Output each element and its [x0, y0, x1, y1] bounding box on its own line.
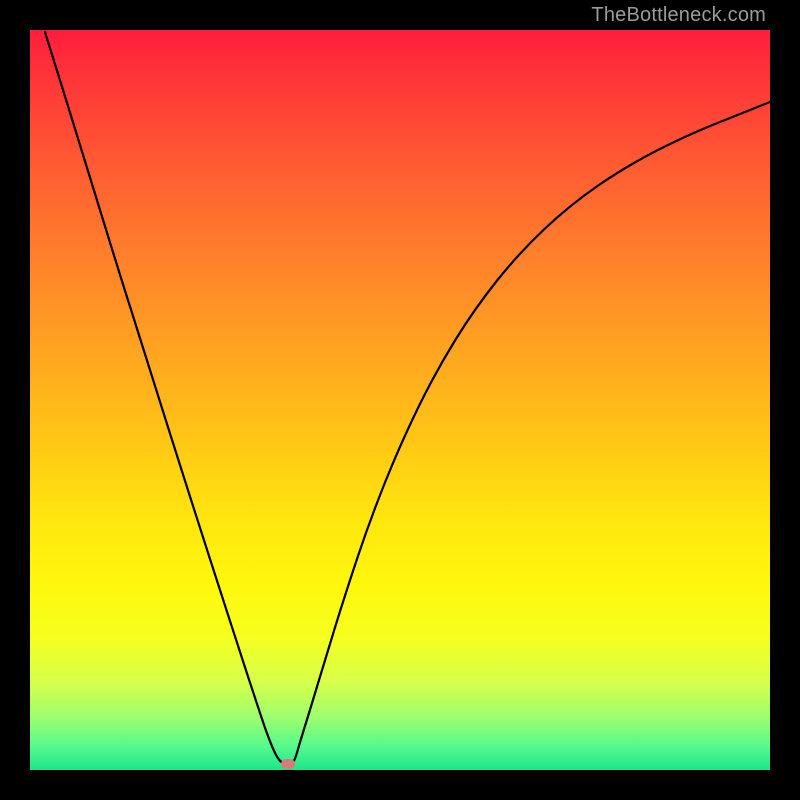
chart-frame: TheBottleneck.com — [0, 0, 800, 800]
plot-area — [30, 30, 770, 770]
minimum-marker — [281, 759, 295, 769]
bottleneck-curve — [30, 30, 770, 770]
watermark-text: TheBottleneck.com — [591, 4, 766, 27]
